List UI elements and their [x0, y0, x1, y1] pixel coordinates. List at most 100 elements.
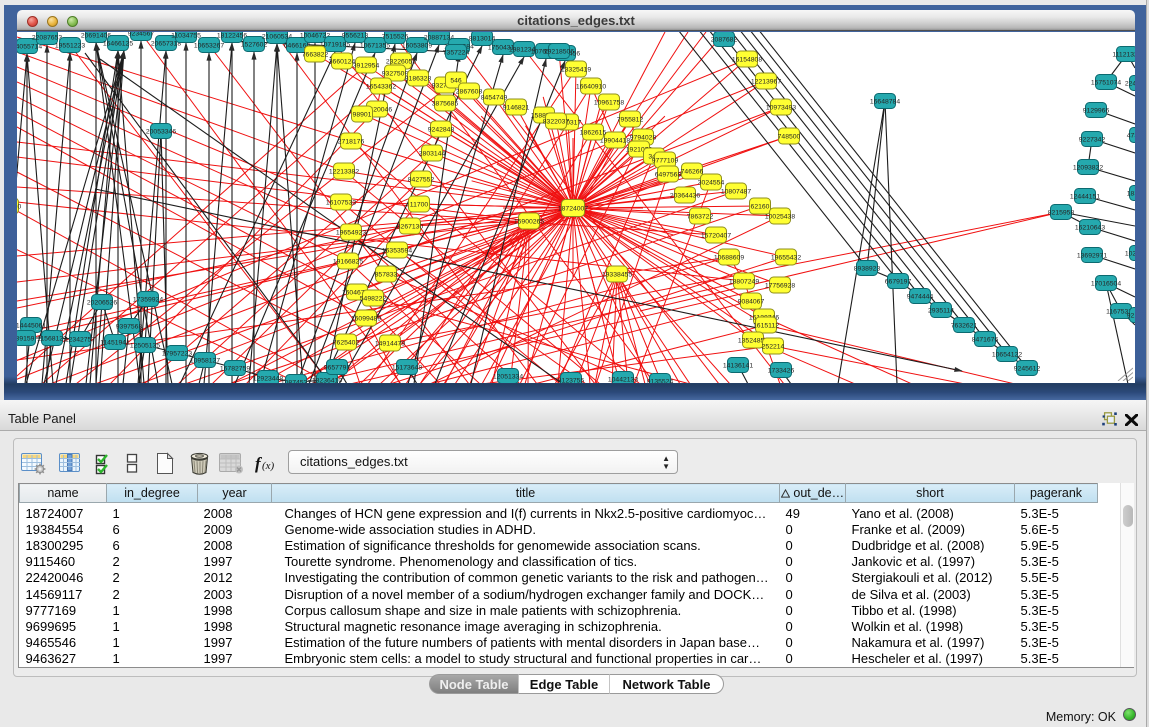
svg-text:8267130: 8267130: [397, 224, 424, 231]
svg-text:2867608: 2867608: [456, 89, 483, 96]
svg-text:(x): (x): [262, 460, 275, 472]
svg-text:252214: 252214: [762, 344, 785, 351]
svg-text:9657791: 9657791: [324, 365, 351, 372]
svg-text:15173648: 15173648: [392, 365, 422, 372]
svg-text:10961758: 10961758: [594, 100, 624, 107]
svg-text:10653267: 10653267: [194, 43, 224, 50]
svg-text:9217207: 9217207: [1127, 313, 1135, 320]
svg-text:22087653: 22087653: [32, 35, 62, 42]
svg-text:9794028: 9794028: [630, 135, 657, 142]
svg-text:9397568: 9397568: [116, 324, 143, 331]
svg-text:8322037: 8322037: [543, 119, 570, 126]
svg-text:4735650: 4735650: [1127, 133, 1135, 140]
svg-text:9227342: 9227342: [1079, 137, 1106, 144]
svg-text:9777109: 9777109: [652, 158, 679, 165]
svg-text:12923448: 12923448: [253, 376, 283, 383]
svg-text:8427552: 8427552: [408, 177, 435, 184]
svg-text:16210643: 16210643: [1075, 225, 1105, 232]
svg-text:7663822: 7663822: [302, 52, 329, 59]
svg-text:19218506: 19218506: [544, 49, 574, 56]
svg-text:12093822: 12093822: [1073, 165, 1103, 172]
svg-text:17016504: 17016504: [1091, 281, 1121, 288]
svg-text:9556213: 9556213: [342, 33, 369, 40]
svg-text:20053346: 20053346: [146, 129, 176, 136]
svg-text:8938923: 8938923: [854, 266, 881, 273]
svg-text:3024554: 3024554: [698, 180, 725, 187]
svg-text:19654923: 19654923: [336, 230, 366, 237]
svg-text:17957223: 17957223: [162, 351, 192, 358]
svg-text:8454749: 8454749: [481, 95, 508, 102]
svg-text:18236410: 18236410: [312, 378, 342, 384]
svg-text:5498222: 5498222: [360, 296, 387, 303]
svg-text:3660124: 3660124: [329, 59, 356, 66]
svg-text:18807249: 18807249: [729, 279, 759, 286]
svg-text:1839221: 1839221: [1127, 191, 1135, 198]
svg-text:19551223: 19551223: [55, 43, 85, 50]
svg-text:15751074: 15751074: [1091, 80, 1121, 87]
svg-text:6497568: 6497568: [655, 172, 682, 179]
svg-text:8215958: 8215958: [1048, 210, 1075, 217]
svg-text:23226055: 23226055: [386, 59, 416, 66]
svg-text:17359924: 17359924: [133, 297, 163, 304]
svg-text:2718176: 2718176: [338, 139, 365, 146]
svg-text:748500: 748500: [778, 134, 801, 141]
svg-text:7515526: 7515526: [382, 34, 409, 41]
svg-text:10654122: 10654122: [992, 352, 1022, 359]
svg-text:14914479: 14914479: [375, 341, 405, 348]
svg-text:16053809: 16053809: [402, 43, 432, 50]
svg-text:8186328: 8186328: [405, 76, 432, 83]
svg-text:9242848: 9242848: [428, 127, 455, 134]
svg-text:7863722: 7863722: [687, 214, 714, 221]
svg-text:12213382: 12213382: [329, 169, 359, 176]
svg-text:11700: 11700: [410, 202, 429, 209]
svg-text:15900265: 15900265: [514, 219, 544, 226]
svg-text:1862615: 1862615: [580, 130, 607, 137]
svg-text:10874532: 10874532: [281, 380, 311, 384]
svg-text:10025438: 10025438: [765, 214, 795, 221]
svg-text:16782759: 16782759: [220, 366, 250, 373]
svg-text:1615112: 1615112: [753, 323, 779, 330]
svg-text:2087682: 2087682: [711, 37, 738, 44]
svg-text:14445061: 14445061: [17, 323, 46, 330]
svg-text:11568129: 11568129: [37, 336, 67, 343]
svg-text:3267130: 3267130: [17, 204, 21, 211]
svg-text:11034755: 11034755: [171, 33, 201, 40]
svg-text:13325419: 13325419: [561, 67, 591, 74]
svg-text:7625402: 7625402: [333, 340, 360, 347]
svg-text:12505135: 12505135: [130, 343, 160, 350]
svg-text:746266: 746266: [681, 169, 704, 176]
svg-text:16154808: 16154808: [732, 57, 762, 64]
svg-text:16107533: 16107533: [326, 200, 356, 207]
svg-text:9474444: 9474444: [907, 294, 934, 301]
svg-text:17756928: 17756928: [765, 283, 795, 290]
svg-text:16648784: 16648784: [870, 99, 900, 106]
svg-text:19904418: 19904418: [600, 138, 630, 145]
svg-text:18122456: 18122456: [217, 33, 247, 40]
svg-text:12213967: 12213967: [751, 79, 781, 86]
svg-text:9084067: 9084067: [738, 299, 765, 306]
svg-text:14136141: 14136141: [723, 363, 753, 370]
svg-text:19338455: 19338455: [602, 272, 632, 279]
svg-text:16466125: 16466125: [103, 41, 133, 48]
svg-text:10671355: 10671355: [360, 43, 390, 50]
svg-text:7632621: 7632621: [951, 323, 978, 330]
svg-text:16640910: 16640910: [576, 84, 606, 91]
svg-text:22455603: 22455603: [1125, 81, 1135, 88]
svg-text:2935114: 2935114: [928, 308, 954, 315]
svg-text:39159: 39159: [17, 336, 35, 343]
svg-text:15720407: 15720407: [701, 233, 731, 240]
svg-text:2803144: 2803144: [419, 151, 446, 158]
svg-text:12051334: 12051334: [493, 374, 523, 381]
svg-text:7357224: 7357224: [443, 50, 470, 57]
svg-text:9234567: 9234567: [128, 32, 155, 38]
svg-text:20206526: 20206526: [87, 300, 117, 307]
svg-text:1733426: 1733426: [768, 368, 795, 375]
svg-text:8123755: 8123755: [558, 378, 585, 384]
svg-text:20691406: 20691406: [81, 33, 111, 40]
svg-text:3875685: 3875685: [432, 101, 459, 108]
svg-text:18724007: 18724007: [558, 206, 588, 213]
svg-text:10688609: 10688609: [714, 255, 744, 262]
svg-text:7955812: 7955812: [617, 117, 644, 124]
svg-text:19166825: 19166825: [333, 259, 363, 266]
svg-text:12342757: 12342757: [65, 337, 95, 344]
